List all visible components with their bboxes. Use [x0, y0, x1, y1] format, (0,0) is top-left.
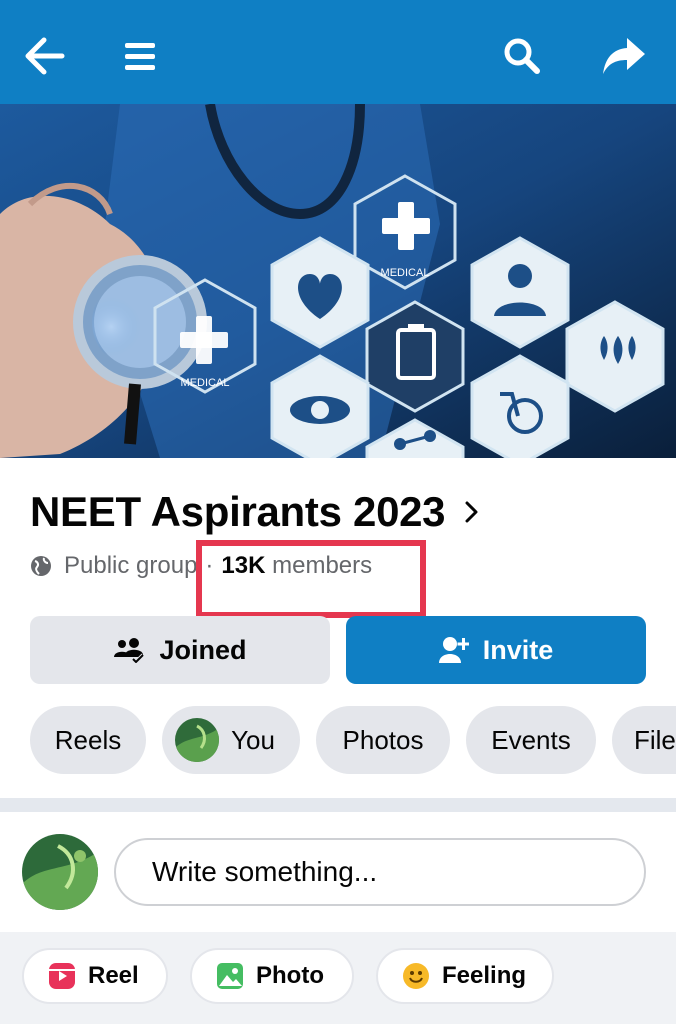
arrow-left-icon[interactable]: [12, 24, 76, 88]
top-app-bar: [0, 0, 676, 104]
cover-label: MEDICAL: [181, 377, 230, 389]
share-icon[interactable]: [592, 24, 656, 88]
avatar: [175, 718, 220, 762]
globe-icon: [30, 555, 52, 577]
chip-reels[interactable]: Reels: [30, 706, 146, 774]
photo-icon: [216, 962, 244, 990]
reel-icon: [48, 962, 76, 990]
pill-label: Photo: [256, 962, 324, 989]
chip-label: File: [634, 724, 676, 755]
cover-photo[interactable]: MEDICAL MEDICAL: [0, 104, 676, 458]
smiley-icon: [402, 962, 430, 990]
group-name: NEET Aspirants 2023: [30, 488, 446, 535]
highlight-annotation-box: [196, 540, 426, 618]
pill-label: Reel: [88, 962, 139, 989]
chip-events[interactable]: Events: [466, 706, 596, 774]
pill-label: Feeling: [442, 962, 527, 989]
feeling-button[interactable]: Feeling: [376, 948, 554, 1004]
search-icon[interactable]: [490, 24, 554, 88]
cover-label: MEDICAL: [381, 267, 430, 279]
hamburger-icon[interactable]: [108, 24, 172, 88]
privacy-label: Public group: [64, 552, 198, 579]
invite-button[interactable]: Invite: [346, 616, 646, 684]
photo-button[interactable]: Photo: [190, 948, 354, 1004]
joined-label: Joined: [159, 634, 247, 665]
invite-label: Invite: [482, 634, 554, 665]
reel-button[interactable]: Reel: [22, 948, 168, 1004]
chip-label: You: [231, 724, 275, 755]
chip-files[interactable]: File: [612, 706, 676, 774]
avatar[interactable]: [22, 834, 98, 910]
joined-button[interactable]: Joined: [30, 616, 330, 684]
chip-label: Events: [491, 724, 571, 755]
chevron-right-icon: [465, 501, 479, 523]
chip-label: Photos: [342, 724, 424, 755]
write-something-input[interactable]: Write something...: [114, 838, 646, 906]
group-title[interactable]: NEET Aspirants 2023: [30, 488, 479, 536]
add-person-icon: [438, 636, 469, 664]
section-divider: [0, 798, 676, 812]
chip-photos[interactable]: Photos: [316, 706, 450, 774]
composer-placeholder: Write something...: [152, 856, 378, 887]
chip-label: Reels: [54, 724, 122, 755]
chip-you[interactable]: You: [162, 706, 300, 774]
people-check-icon: [113, 637, 145, 663]
